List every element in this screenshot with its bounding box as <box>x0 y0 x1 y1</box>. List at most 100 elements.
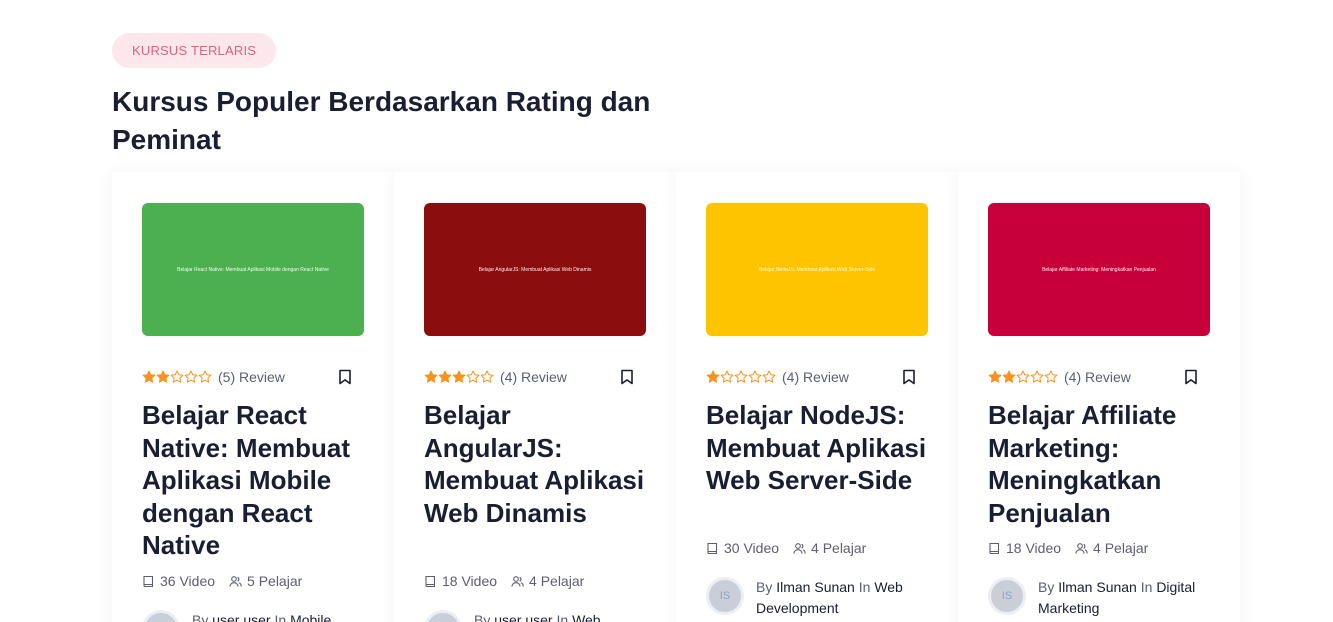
author-line: By Ilman Sunan In Web Development <box>756 577 928 619</box>
course-title[interactable]: Belajar NodeJS: Membuat Aplikasi Web Ser… <box>706 399 928 497</box>
author-name[interactable]: user user <box>494 612 552 622</box>
video-count: 18 Video <box>442 573 498 589</box>
users-icon <box>511 575 524 587</box>
star-empty-icon <box>466 370 480 383</box>
star-empty-icon <box>480 370 494 383</box>
category-link[interactable]: Web <box>572 612 601 622</box>
course-card[interactable]: Belajar AngularJS: Membuat Aplikasi Web … <box>394 172 676 622</box>
course-title[interactable]: Belajar React Native: Membuat Aplikasi M… <box>142 399 364 562</box>
course-card[interactable]: Belajar NodeJS: Membuat Aplikasi Web Ser… <box>676 172 958 622</box>
by-label: By <box>1038 579 1055 595</box>
course-title[interactable]: Belajar Affiliate Marketing: Meningkatka… <box>988 399 1210 529</box>
book-icon <box>143 575 154 587</box>
star-empty-icon <box>734 370 748 383</box>
course-thumbnail[interactable]: Belajar NodeJS: Membuat Aplikasi Web Ser… <box>706 203 928 336</box>
rating-stars <box>424 370 494 384</box>
author-name[interactable]: user user <box>212 612 270 622</box>
star-filled-icon <box>452 370 466 383</box>
section-heading: Kursus Populer Berdasarkan Rating dan Pe… <box>112 86 651 155</box>
review-count: (4) Review <box>782 369 849 385</box>
star-filled-icon <box>706 370 720 383</box>
video-count: 18 Video <box>1006 540 1062 556</box>
avatar: IS <box>706 577 744 615</box>
course-author: By user user In Web <box>424 610 646 622</box>
author-line: By user user In Mobile <box>192 610 331 622</box>
thumbnail-caption: Belajar AngularJS: Membuat Aplikasi Web … <box>478 266 592 273</box>
rating-stars <box>142 370 212 384</box>
review-count: (4) Review <box>1064 369 1131 385</box>
thumbnail-caption: Belajar NodeJS: Membuat Aplikasi Web Ser… <box>758 266 876 273</box>
section-badge: KURSUS TERLARIS <box>112 33 277 68</box>
course-meta: 18 Video 4 Pelajar <box>988 538 1210 558</box>
course-card[interactable]: Belajar React Native: Membuat Aplikasi M… <box>112 172 394 622</box>
bookmark-icon[interactable] <box>1184 369 1198 385</box>
course-thumbnail[interactable]: Belajar Affiliate Marketing: Meningkatka… <box>988 203 1210 336</box>
rating-stars <box>988 370 1058 384</box>
course-author: IS By Ilman Sunan In Web Development <box>706 577 928 619</box>
rating-row: (4) Review <box>706 367 928 387</box>
star-empty-icon <box>170 370 184 383</box>
in-label: In <box>1140 579 1153 595</box>
users-icon <box>793 542 806 554</box>
book-icon <box>989 542 1000 554</box>
course-meta: 18 Video 4 Pelajar <box>424 571 646 591</box>
author-name[interactable]: Ilman Sunan <box>1058 579 1137 595</box>
star-empty-icon <box>1016 370 1030 383</box>
thumbnail-caption: Belajar React Native: Membuat Aplikasi M… <box>177 266 329 273</box>
author-name[interactable]: Ilman Sunan <box>776 579 855 595</box>
avatar: IS <box>988 577 1026 615</box>
course-thumbnail[interactable]: Belajar AngularJS: Membuat Aplikasi Web … <box>424 203 646 336</box>
star-empty-icon <box>198 370 212 383</box>
course-meta: 30 Video 4 Pelajar <box>706 538 928 558</box>
star-filled-icon <box>142 370 156 383</box>
student-count: 4 Pelajar <box>1093 540 1149 556</box>
star-empty-icon <box>762 370 776 383</box>
avatar <box>424 610 462 622</box>
by-label: By <box>474 612 491 622</box>
star-filled-icon <box>438 370 452 383</box>
review-count: (5) Review <box>218 369 285 385</box>
star-filled-icon <box>1002 370 1016 383</box>
video-count: 36 Video <box>160 573 216 589</box>
users-icon <box>1075 542 1088 554</box>
in-label: In <box>274 612 287 622</box>
review-count: (4) Review <box>500 369 567 385</box>
thumbnail-caption: Belajar Affiliate Marketing: Meningkatka… <box>1042 266 1156 273</box>
bookmark-icon[interactable] <box>620 369 634 385</box>
star-empty-icon <box>720 370 734 383</box>
in-label: In <box>858 579 871 595</box>
star-filled-icon <box>988 370 1002 383</box>
course-author: IS By Ilman Sunan In Digital Marketing <box>988 577 1210 619</box>
star-filled-icon <box>424 370 438 383</box>
course-meta: 36 Video 5 Pelajar <box>142 571 364 591</box>
student-count: 4 Pelajar <box>529 573 585 589</box>
star-filled-icon <box>156 370 170 383</box>
student-count: 4 Pelajar <box>811 540 867 556</box>
in-label: In <box>556 612 569 622</box>
course-card[interactable]: Belajar Affiliate Marketing: Meningkatka… <box>958 172 1240 622</box>
author-line: By Ilman Sunan In Digital Marketing <box>1038 577 1210 619</box>
by-label: By <box>192 612 209 622</box>
users-icon <box>229 575 242 587</box>
star-empty-icon <box>1044 370 1058 383</box>
rating-row: (5) Review <box>142 367 364 387</box>
course-card-list: Belajar React Native: Membuat Aplikasi M… <box>112 172 1240 622</box>
avatar <box>142 610 180 622</box>
rating-row: (4) Review <box>988 367 1210 387</box>
category-link[interactable]: Mobile <box>290 612 331 622</box>
book-icon <box>425 575 436 587</box>
star-empty-icon <box>748 370 762 383</box>
star-empty-icon <box>1030 370 1044 383</box>
star-empty-icon <box>184 370 198 383</box>
rating-stars <box>706 370 776 384</box>
author-line: By user user In Web <box>474 610 601 622</box>
course-title[interactable]: Belajar AngularJS: Membuat Aplikasi Web … <box>424 399 646 529</box>
student-count: 5 Pelajar <box>247 573 303 589</box>
bookmark-icon[interactable] <box>338 369 352 385</box>
rating-row: (4) Review <box>424 367 646 387</box>
course-thumbnail[interactable]: Belajar React Native: Membuat Aplikasi M… <box>142 203 364 336</box>
by-label: By <box>756 579 773 595</box>
video-count: 30 Video <box>724 540 780 556</box>
bookmark-icon[interactable] <box>902 369 916 385</box>
course-author: By user user In Mobile <box>142 610 364 622</box>
